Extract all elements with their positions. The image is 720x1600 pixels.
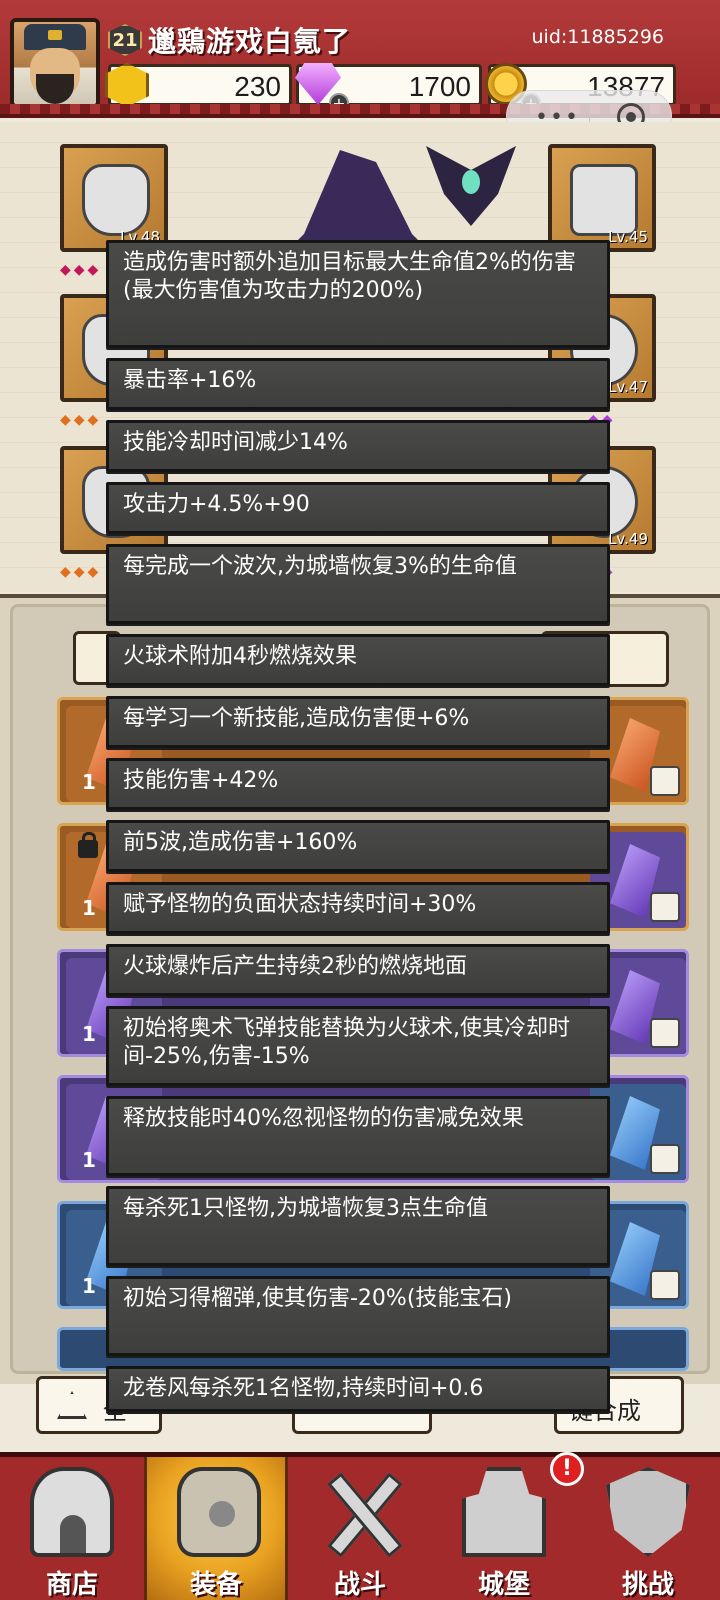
nav-tab-battle[interactable]: 战斗 xyxy=(288,1457,432,1600)
stat-line: 龙卷风每杀死1名怪物,持续时间+0.6 xyxy=(106,1366,610,1412)
castle-icon xyxy=(462,1467,546,1557)
bottom-navigation: 商店 装备 战斗 城堡 挑战 xyxy=(0,1452,720,1600)
stat-line: 释放技能时40%忽视怪物的伤害减免效果 xyxy=(106,1096,610,1176)
player-level-badge: 21 xyxy=(108,24,142,56)
ring-type-icon xyxy=(650,766,680,796)
gauntlet-icon xyxy=(570,164,638,236)
stat-line: 每完成一个波次,为城墙恢复3%的生命值 xyxy=(106,544,610,624)
up-arrow-icon xyxy=(57,1391,87,1419)
stat-line: 初始将奥术飞弹技能替换为火球术,使其冷却时间-25%,伤害-15% xyxy=(106,1006,610,1086)
gem-count: 1 xyxy=(82,1148,96,1172)
gem-count: 1 xyxy=(82,770,96,794)
gem-value: 1700 xyxy=(408,71,471,102)
equip-level: Lv.47 xyxy=(608,378,648,396)
equipment-stats-tooltip: 造成伤害时额外追加目标最大生命值2%的伤害(最大伤害值为攻击力的200%) 暴击… xyxy=(106,240,610,1440)
equip-level: Lv.45 xyxy=(608,228,648,246)
swirl-type-icon xyxy=(650,1144,680,1174)
equip-slot-armor[interactable]: Lv.48 xyxy=(60,144,168,252)
nav-label: 战斗 xyxy=(333,1570,386,1600)
armor-type-icon xyxy=(650,892,680,922)
stat-line: 火球爆炸后产生持续2秒的燃烧地面 xyxy=(106,944,610,996)
shield-icon xyxy=(606,1467,690,1557)
equip-level: Lv.49 xyxy=(608,530,648,548)
gem-count: 1 xyxy=(82,896,96,920)
stat-line: 每杀死1只怪物,为城墙恢复3点生命值 xyxy=(106,1186,610,1266)
stat-line: 每学习一个新技能,造成伤害便+6% xyxy=(106,696,610,748)
player-name: 邋鶏游戏白氪了 xyxy=(148,25,352,58)
stat-line: 技能冷却时间减少14% xyxy=(106,420,610,472)
lock-icon xyxy=(78,832,98,858)
stat-line: 前5波,造成伤害+160% xyxy=(106,820,610,872)
player-avatar[interactable] xyxy=(10,18,100,108)
nav-label: 挑战 xyxy=(621,1570,674,1600)
stat-line: 赋予怪物的负面状态持续时间+30% xyxy=(106,882,610,934)
hat-type-icon xyxy=(650,1018,680,1048)
boot-type-icon xyxy=(650,1270,680,1300)
gem-counter: + 1700 xyxy=(295,63,482,113)
socket-diamonds-icon: ◆◆◆ xyxy=(60,262,102,278)
nav-label: 城堡 xyxy=(477,1570,530,1600)
avatar-beard xyxy=(36,74,74,104)
stat-line: 造成伤害时额外追加目标最大生命值2%的伤害(最大伤害值为攻击力的200%) xyxy=(106,240,610,348)
shop-icon xyxy=(30,1467,114,1557)
socket-diamonds-icon: ◆◆◆ xyxy=(60,412,102,428)
equip-slot-gloves[interactable]: Lv.45 xyxy=(548,144,656,252)
notification-badge: ! xyxy=(550,1452,584,1486)
stat-line: 初始习得榴弹,使其伤害-20%(技能宝石) xyxy=(106,1276,610,1356)
nav-tab-equipment[interactable]: 装备 xyxy=(144,1457,288,1600)
staff-illustration xyxy=(426,146,516,226)
nav-label: 商店 xyxy=(45,1570,98,1600)
avatar-hat xyxy=(24,24,86,50)
stat-line: 火球术附加4秒燃烧效果 xyxy=(106,634,610,686)
player-uid: uid:11885296 xyxy=(531,26,665,48)
stat-line: 技能伤害+42% xyxy=(106,758,610,810)
add-gems-button[interactable]: + xyxy=(329,93,349,113)
gold-bar-icon xyxy=(105,63,149,107)
gem-count: 1 xyxy=(82,1274,96,1298)
gold-bar-counter: 230 xyxy=(105,63,292,107)
nav-tab-shop[interactable]: 商店 xyxy=(0,1457,144,1600)
nav-label: 装备 xyxy=(189,1570,242,1600)
nav-tab-challenge[interactable]: 挑战 xyxy=(576,1457,720,1600)
gem-count: 1 xyxy=(82,1022,96,1046)
gold-bar-value: 230 xyxy=(234,71,281,102)
backpack-icon xyxy=(177,1467,261,1557)
socket-diamonds-icon: ◆◆◆ xyxy=(60,564,102,580)
stat-line: 暴击率+16% xyxy=(106,358,610,410)
stat-line: 攻击力+4.5%+90 xyxy=(106,482,610,534)
crossed-swords-icon xyxy=(318,1467,402,1557)
armor-icon xyxy=(82,164,150,236)
